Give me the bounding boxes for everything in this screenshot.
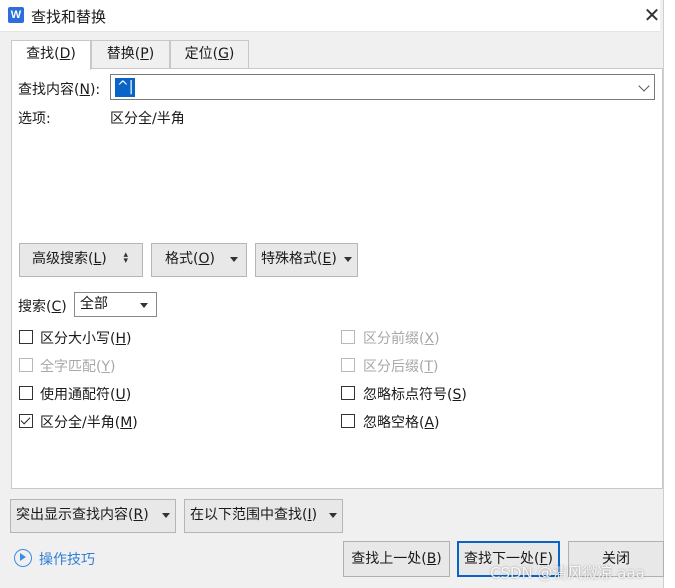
play-circle-icon[interactable]: [14, 549, 32, 567]
find-in-range-button[interactable]: 在以下范围中查找(I): [184, 499, 343, 533]
match-width-label: 区分全/半角(M): [40, 415, 138, 431]
dropdown-arrow-icon: [329, 513, 337, 518]
match-width-checkbox[interactable]: [19, 414, 33, 428]
ignore-punctuation-label: 忽略标点符号(S): [363, 387, 467, 403]
csdn-watermark: CSDN @清风微凉 aaa: [490, 564, 645, 582]
match-case-checkbox[interactable]: [19, 330, 33, 344]
match-suffix-checkbox[interactable]: [341, 358, 355, 372]
options-value: 区分全/半角: [110, 111, 185, 127]
expand-updown-icon: ▴ ▾: [123, 250, 128, 266]
whole-word-label: 全字匹配(Y): [40, 359, 116, 375]
options-label: 选项:: [18, 111, 51, 127]
background-document-edge: [663, 0, 675, 588]
find-content-input[interactable]: ^|: [110, 74, 655, 100]
search-scope-select[interactable]: 全部: [74, 292, 157, 317]
format-button[interactable]: 格式(O): [151, 243, 247, 277]
ignore-punctuation-checkbox[interactable]: [341, 386, 355, 400]
checkmark-icon: [20, 414, 31, 425]
tips-link[interactable]: 操作技巧: [39, 549, 95, 569]
tab-find[interactable]: 查找(D): [11, 40, 91, 70]
ignore-spaces-checkbox[interactable]: [341, 414, 355, 428]
ignore-spaces-label: 忽略空格(A): [363, 415, 440, 431]
title-bar: W 查找和替换 ✕: [0, 0, 660, 32]
search-scope-label: 搜索(C): [18, 299, 67, 315]
wildcards-checkbox[interactable]: [19, 386, 33, 400]
close-icon[interactable]: ✕: [640, 4, 664, 28]
whole-word-checkbox[interactable]: [19, 358, 33, 372]
match-case-label: 区分大小写(H): [40, 331, 132, 347]
wps-writer-icon: W: [8, 7, 24, 23]
match-prefix-checkbox[interactable]: [341, 330, 355, 344]
highlight-found-button[interactable]: 突出显示查找内容(R): [10, 499, 176, 533]
dropdown-arrow-icon: [140, 303, 148, 308]
tab-goto[interactable]: 定位(G): [170, 40, 249, 68]
match-prefix-label: 区分前缀(X): [363, 331, 440, 347]
window-title: 查找和替换: [31, 8, 107, 26]
dropdown-arrow-icon: [344, 257, 352, 262]
advanced-search-button[interactable]: 高级搜索(L) ▴ ▾: [19, 243, 143, 277]
dropdown-arrow-icon: [230, 257, 238, 262]
find-content-label: 查找内容(N):: [18, 82, 101, 98]
dropdown-arrow-icon: [162, 513, 170, 518]
tab-replace[interactable]: 替换(P): [91, 40, 170, 68]
match-suffix-label: 区分后缀(T): [363, 359, 439, 375]
find-previous-button[interactable]: 查找上一处(B): [343, 541, 450, 577]
special-format-button[interactable]: 特殊格式(E): [255, 243, 358, 277]
find-content-value: ^|: [115, 78, 136, 97]
wildcards-label: 使用通配符(U): [40, 387, 132, 403]
chevron-down-icon[interactable]: [638, 80, 650, 92]
